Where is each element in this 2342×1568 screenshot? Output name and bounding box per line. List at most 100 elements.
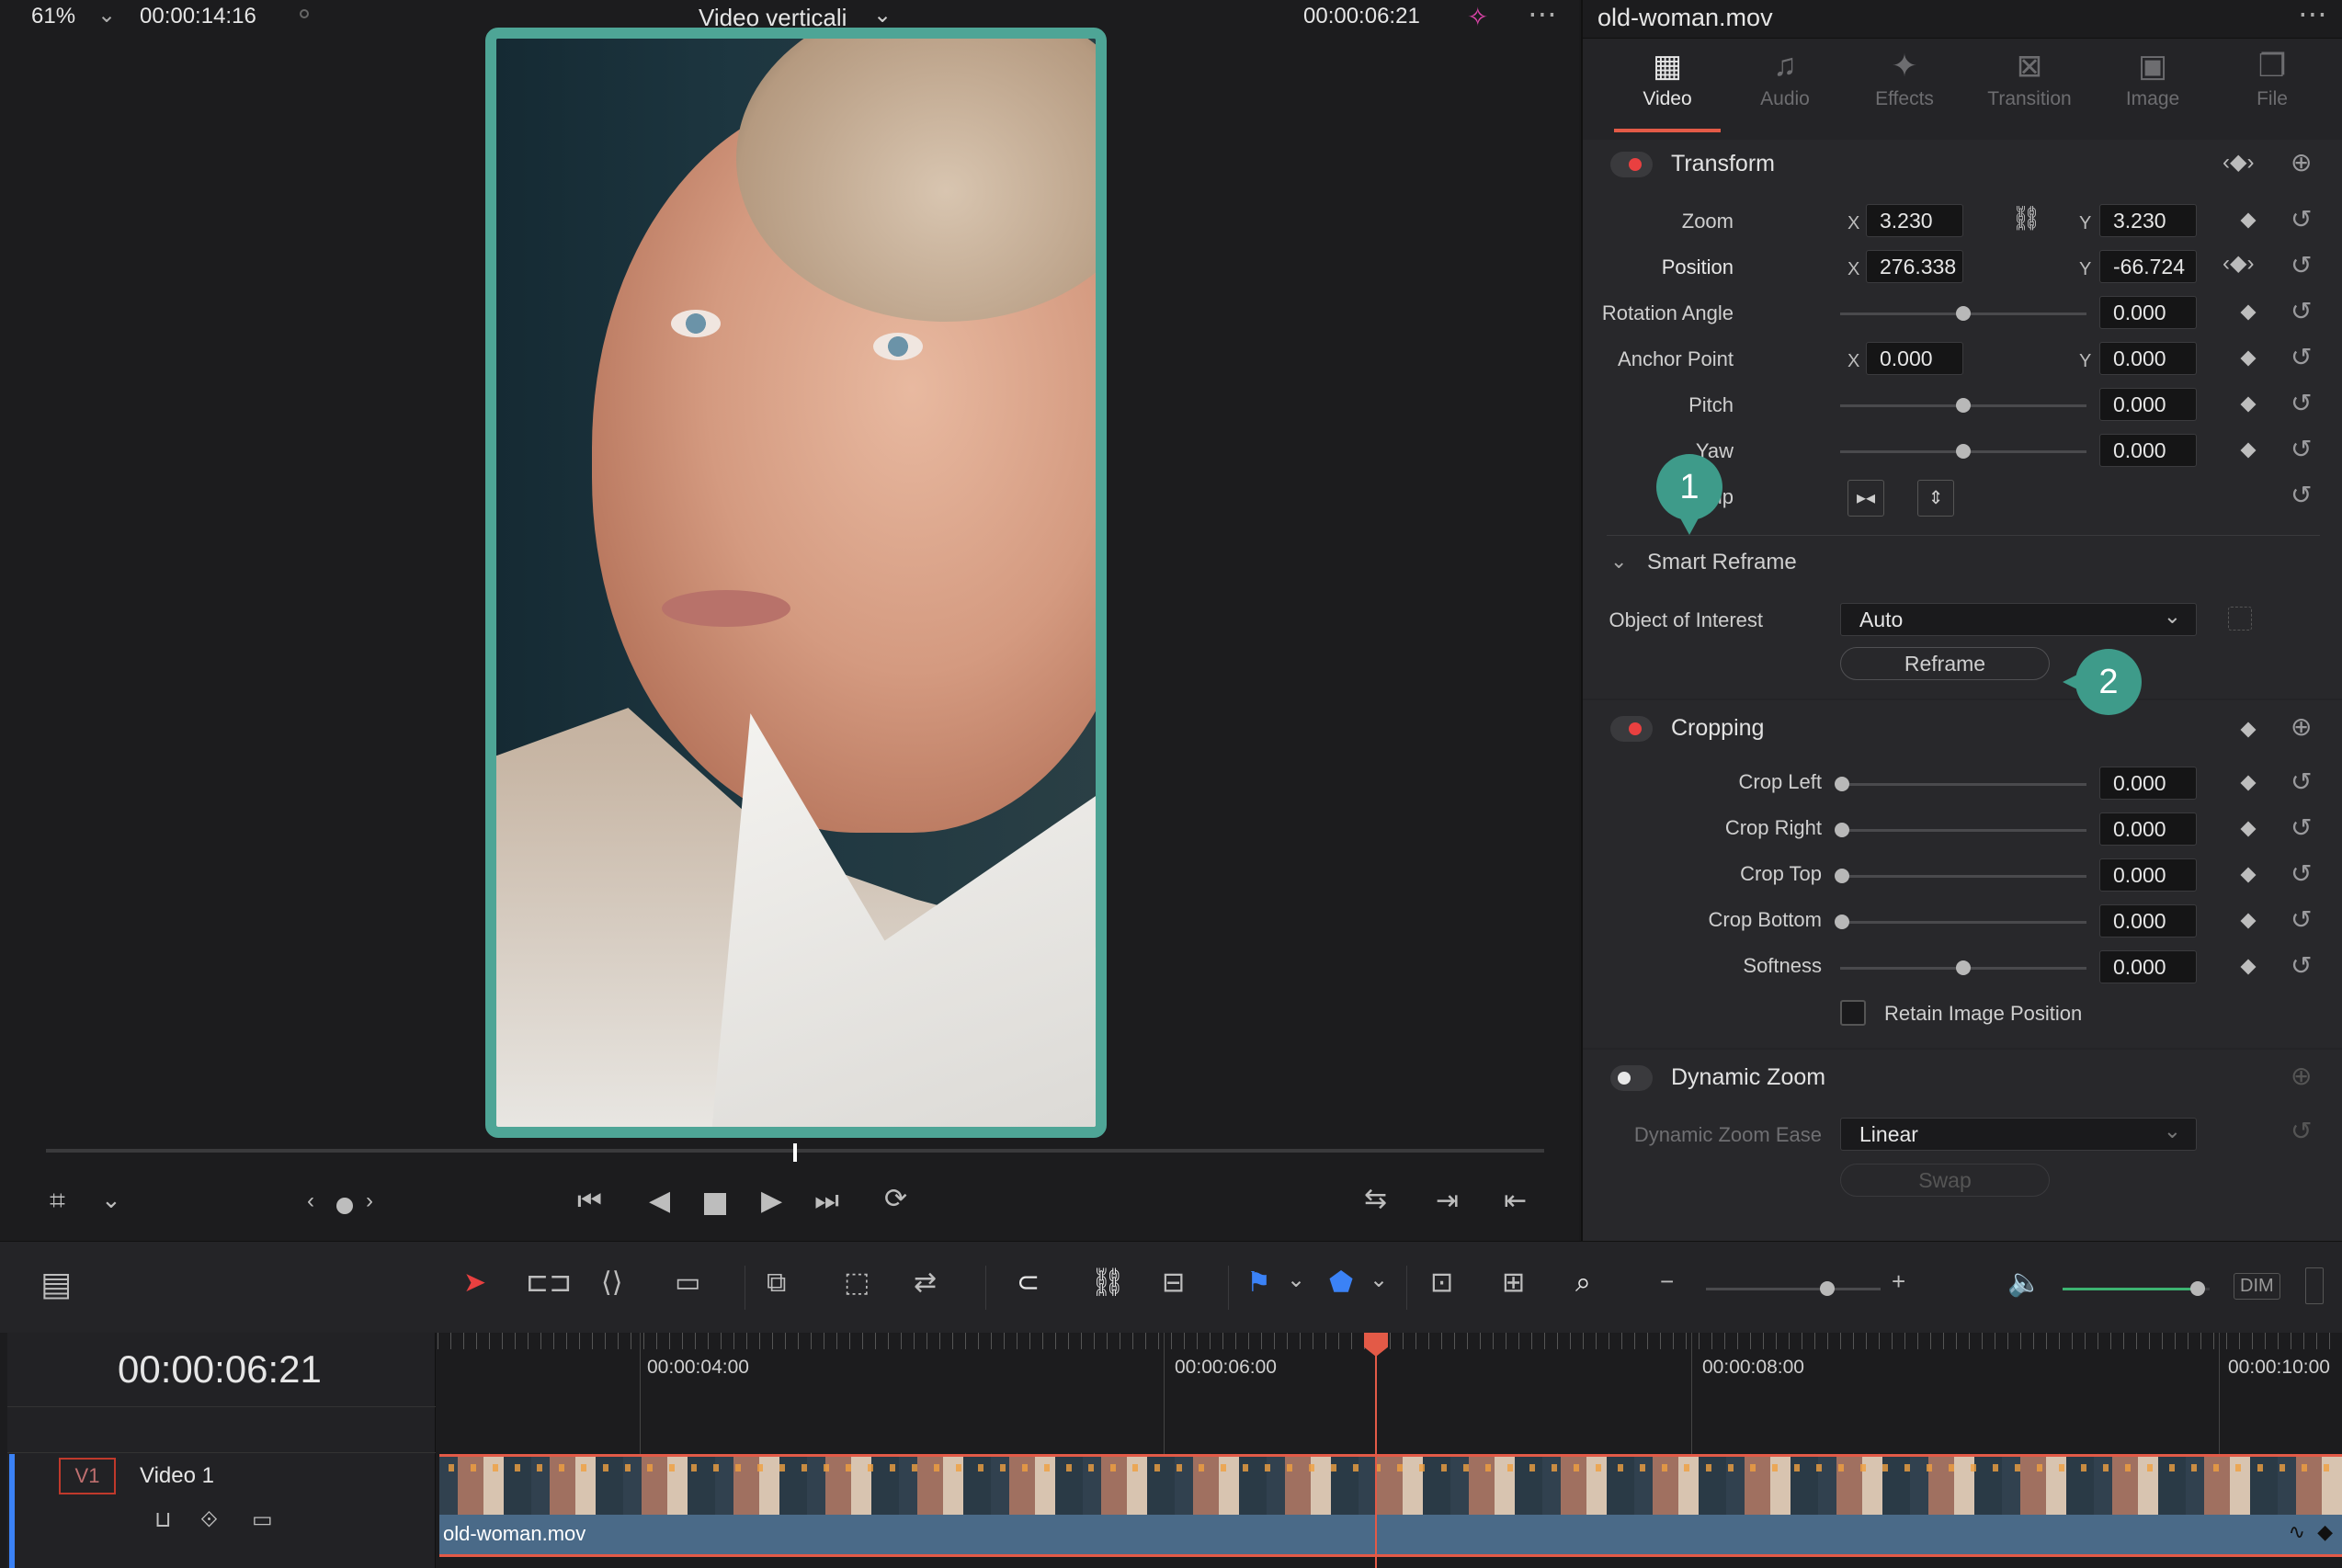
stop-icon[interactable]	[704, 1193, 726, 1215]
zoom-full-icon[interactable]: ⊡	[1430, 1269, 1453, 1297]
keyframe-diamond-icon[interactable]: ◆	[2317, 1520, 2333, 1544]
more-options-icon[interactable]: ⋯	[2298, 0, 2327, 31]
video-frame[interactable]	[485, 28, 1107, 1138]
tab-image[interactable]: ▣ Image	[2098, 48, 2208, 110]
smart-reframe-title[interactable]: Smart Reframe	[1647, 550, 1797, 575]
overwrite-clip-icon[interactable]: ⬚	[844, 1269, 870, 1297]
replace-clip-icon[interactable]: ⇄	[914, 1269, 937, 1297]
yaw-field[interactable]: 0.000	[2099, 434, 2197, 467]
zoom-x-field[interactable]: 3.230	[1866, 204, 1963, 237]
go-to-start-icon[interactable]: ⏮	[577, 1187, 602, 1215]
softness-knob[interactable]	[1956, 960, 1971, 975]
crop-top-knob[interactable]	[1835, 869, 1849, 883]
volume-icon[interactable]: 🔈	[2007, 1269, 2041, 1297]
position-y-field[interactable]: -66.724	[2099, 250, 2197, 283]
zoom-level[interactable]: 61%	[31, 4, 75, 29]
reset-icon[interactable]: ↺	[2291, 812, 2312, 843]
zoom-detail-icon[interactable]: ⊞	[1502, 1269, 1525, 1297]
selection-tool-icon[interactable]: ➤	[463, 1269, 486, 1297]
crop-right-knob[interactable]	[1835, 823, 1849, 837]
zoom-custom-icon[interactable]: ⌕	[1575, 1269, 1591, 1297]
loop-icon[interactable]: ⟳	[884, 1186, 907, 1213]
add-keyframe-icon[interactable]: ⊕	[2291, 147, 2312, 177]
volume-slider[interactable]	[2063, 1288, 2210, 1290]
chevron-down-icon[interactable]: ⌄	[1370, 1269, 1388, 1291]
crop-right-field[interactable]: 0.000	[2099, 812, 2197, 846]
lock-icon[interactable]: ⊔	[154, 1509, 172, 1531]
flip-horizontal-icon[interactable]: ▸◂	[1847, 480, 1884, 517]
track-id[interactable]: V1	[59, 1458, 116, 1494]
keyframe-diamond-icon[interactable]	[2240, 722, 2257, 738]
trim-tool-icon[interactable]: ⊏⊐	[526, 1269, 572, 1297]
more-options-icon[interactable]: ⋯	[1528, 0, 1557, 31]
chevron-down-icon[interactable]: ⌄	[101, 1187, 121, 1211]
transform-enable-toggle[interactable]	[1610, 152, 1653, 177]
chevron-down-icon[interactable]: ⌄	[1287, 1269, 1305, 1291]
anchor-y-field[interactable]: 0.000	[2099, 342, 2197, 375]
scrub-playhead[interactable]	[793, 1143, 797, 1162]
reset-icon[interactable]: ↺	[2291, 480, 2312, 510]
volume-knob[interactable]	[2190, 1281, 2206, 1296]
color-wheel-icon[interactable]: ✧	[1467, 2, 1488, 32]
blade-tool-icon[interactable]: ▭	[675, 1269, 700, 1297]
cropping-enable-toggle[interactable]	[1610, 716, 1653, 742]
curve-icon[interactable]: ∿	[2289, 1520, 2305, 1544]
video-clip-label-bar[interactable]: old-woman.mov ∿ ◆	[439, 1515, 2342, 1557]
tab-file[interactable]: ❐ File	[2217, 48, 2327, 110]
object-select-icon[interactable]	[2228, 607, 2252, 631]
link-icon[interactable]: ⛓	[1090, 1269, 1125, 1297]
reset-icon[interactable]: ↺	[2291, 904, 2312, 935]
position-lock-icon[interactable]: ⊟	[1162, 1269, 1185, 1297]
reset-icon[interactable]: ↺	[2291, 858, 2312, 889]
tab-video[interactable]: ▦ Video	[1612, 48, 1722, 110]
timeline-view-icon[interactable]: ▤	[40, 1267, 72, 1301]
meters-icon[interactable]	[2305, 1267, 2324, 1304]
add-keyframe-icon[interactable]: ⊕	[2291, 711, 2312, 742]
crop-left-knob[interactable]	[1835, 777, 1849, 791]
match-frame-icon[interactable]: ⇆	[1364, 1186, 1387, 1213]
keyframe-nav-icon[interactable]: ‹◆›	[2223, 250, 2254, 277]
pitch-slider-knob[interactable]	[1956, 398, 1971, 413]
marker-icon[interactable]: ⬟	[1329, 1269, 1353, 1297]
reset-icon[interactable]: ↺	[2291, 434, 2312, 464]
keyframe-nav-icon[interactable]: ‹◆›	[2223, 149, 2254, 176]
crop-top-field[interactable]: 0.000	[2099, 858, 2197, 892]
transform-overlay-icon[interactable]: ⌗	[50, 1187, 65, 1215]
previous-keyframe-icon[interactable]: ‹	[307, 1190, 314, 1212]
tab-effects[interactable]: ✦ Effects	[1849, 48, 1960, 110]
zoom-y-field[interactable]: 3.230	[2099, 204, 2197, 237]
dynamic-zoom-ease-dropdown[interactable]: Linear ⌄	[1840, 1118, 2197, 1151]
crop-bottom-field[interactable]: 0.000	[2099, 904, 2197, 937]
crop-top-slider[interactable]	[1840, 875, 2086, 878]
rotation-field[interactable]: 0.000	[2099, 296, 2197, 329]
transform-header[interactable]: Transform ‹◆› ⊕	[1583, 140, 2342, 189]
tab-transition[interactable]: ⊠ Transition	[1965, 48, 2094, 110]
reset-icon[interactable]: ↺	[2291, 1116, 2312, 1146]
tab-audio[interactable]: ♫ Audio	[1730, 48, 1840, 110]
retain-position-checkbox[interactable]	[1840, 1000, 1866, 1026]
crop-left-slider[interactable]	[1840, 783, 2086, 786]
go-to-end-icon[interactable]: ⏭	[814, 1187, 839, 1215]
video-clip-thumbnails[interactable]	[439, 1454, 2342, 1515]
chevron-down-icon[interactable]: ⌄	[97, 2, 116, 28]
play-icon[interactable]: ▶	[761, 1187, 782, 1215]
crop-bottom-knob[interactable]	[1835, 915, 1849, 929]
dynamic-trim-icon[interactable]: ⟨⟩	[601, 1269, 622, 1297]
zoom-out-icon[interactable]: −	[1660, 1269, 1674, 1293]
reframe-button[interactable]: Reframe	[1840, 647, 2050, 680]
chevron-down-icon[interactable]: ⌄	[873, 2, 892, 28]
timeline-zoom-knob[interactable]	[1820, 1281, 1835, 1296]
zoom-in-icon[interactable]: +	[1892, 1269, 1905, 1293]
chevron-down-icon[interactable]: ⌄	[1610, 550, 1627, 574]
video-track-enable-icon[interactable]: ▭	[252, 1509, 273, 1531]
reset-icon[interactable]: ↺	[2291, 250, 2312, 280]
crop-bottom-slider[interactable]	[1840, 921, 2086, 924]
reset-icon[interactable]: ↺	[2291, 767, 2312, 797]
rotation-slider-knob[interactable]	[1956, 306, 1971, 321]
dynamic-zoom-header[interactable]: Dynamic Zoom ⊕	[1583, 1053, 2342, 1103]
keyframe-dot-icon[interactable]	[336, 1198, 353, 1214]
yaw-slider-knob[interactable]	[1956, 444, 1971, 459]
add-keyframe-icon[interactable]: ⊕	[2291, 1061, 2312, 1091]
dynamic-zoom-toggle[interactable]	[1610, 1065, 1653, 1091]
object-of-interest-dropdown[interactable]: Auto ⌄	[1840, 603, 2197, 636]
